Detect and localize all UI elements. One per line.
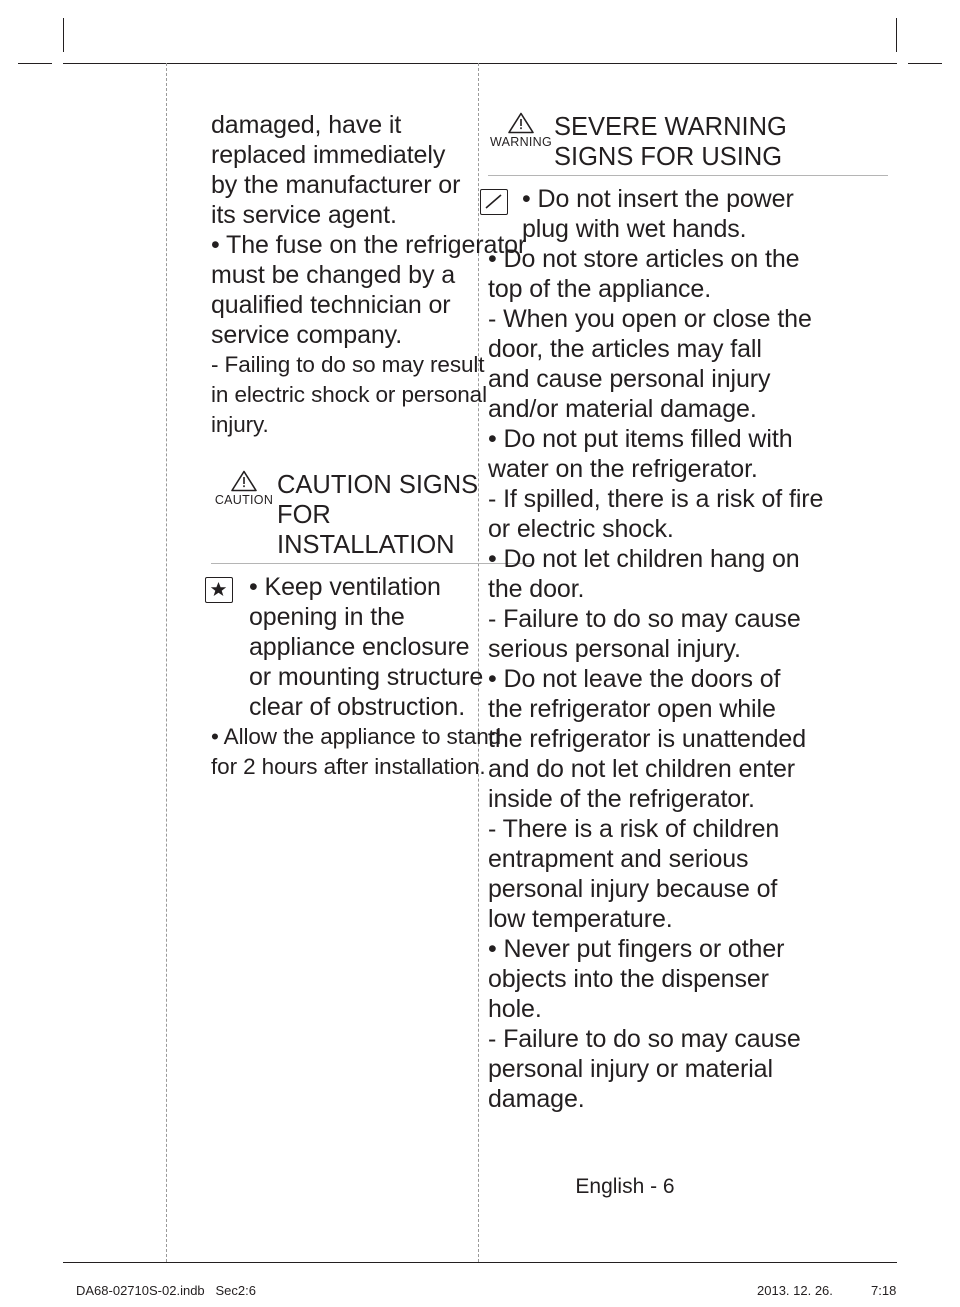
text-line: top of the appliance. [488,275,712,303]
text-line: - There is a risk of children [488,815,780,843]
allow-stand-item: • Allow the appliance to stand for 2 hou… [211,722,531,782]
glyph-container [205,572,243,603]
colophon-file: DA68-02710S-02.indb Sec2:6 [76,1283,256,1298]
text-line: objects into the dispenser [488,965,769,993]
text-line: and cause personal injury [488,365,771,393]
text-line: • The fuse on the refrigerator [211,231,527,259]
text-line: serious personal injury. [488,635,741,663]
colophon-date: 2013. 12. 26. [757,1283,833,1298]
page-top-rule [63,63,897,64]
warning-item: • Do not put items filled with water on … [488,424,888,484]
crop-mark-top-left-vertical [63,18,64,52]
text-line: qualified technician or [211,291,451,319]
text-line: replaced immediately [211,141,446,169]
text-line: and/or material damage. [488,395,757,423]
warning-item: • Do not leave the doors of the refriger… [488,664,888,814]
warning-section-title: SEVERE WARNING SIGNS FOR USING [554,110,888,172]
text-line: • Do not let children hang on [488,545,800,573]
warning-triangle-icon [231,470,257,492]
warning-item: • Do not store articles on the top of th… [488,244,888,304]
text-line: door, the articles may fall [488,335,762,363]
text-line: for 2 hours after installation. [211,754,486,779]
text-line: water on the refrigerator. [488,455,758,483]
crop-mark-top-left-horizontal [18,63,52,64]
text-line: • Do not store articles on the [488,245,800,273]
warning-item: - Failure to do so may cause serious per… [488,604,888,664]
text-line: the refrigerator open while [488,695,776,723]
caution-sign: CAUTION [211,468,277,507]
section-divider [488,175,888,176]
warning-item: - When you open or close the door, the a… [488,304,888,424]
text-line: - When you open or close the [488,305,812,333]
warning-item: - If spilled, there is a risk of fire or… [488,484,888,544]
section-title-line: SIGNS FOR USING [554,143,783,171]
bullet-fuse: • The fuse on the refrigerator must be c… [211,230,531,350]
caution-sign-label: CAUTION [214,493,274,507]
text-line: • Never put fingers or other [488,935,785,963]
text-line: injury. [211,412,269,437]
text-line: personal injury or material [488,1055,773,1083]
text-line: personal injury because of [488,875,778,903]
crop-mark-top-right-vertical [896,18,897,52]
text-line: or electric shock. [488,515,674,543]
warning-item: - There is a risk of children entrapment… [488,814,888,934]
text-line: damage. [488,1085,585,1113]
text-line: service company. [211,321,403,349]
warning-section: WARNING SEVERE WARNING SIGNS FOR USING [488,110,888,176]
text-line: - If spilled, there is a risk of fire [488,485,824,513]
text-line: in electric shock or personal [211,382,487,407]
text-line: • Do not insert the power [522,185,794,213]
text-line: and do not let children enter [488,755,796,783]
warning-sign-label: WARNING [489,135,553,149]
warning-item: • Never put fingers or other objects int… [488,934,888,1024]
wet-hands-item: • Do not insert the power plug with wet … [480,184,888,244]
text-line: • Allow the appliance to stand [211,724,502,749]
text-line: • Do not put items filled with [488,425,793,453]
right-column: WARNING SEVERE WARNING SIGNS FOR USING •… [480,110,888,1114]
warning-section-heading: WARNING SEVERE WARNING SIGNS FOR USING [488,110,888,172]
caution-section-heading: CAUTION CAUTION SIGNS FOR INSTALLATION [211,468,531,560]
text-line: - Failing to do so may result [211,352,485,377]
glyph-container [480,184,516,215]
text-line: entrapment and serious [488,845,749,873]
text-line: - Failure to do so may cause [488,1025,801,1053]
text-line: hole. [488,995,542,1023]
text-line: inside of the refrigerator. [488,785,755,813]
star-in-box-icon [205,577,233,603]
text-line: the door. [488,575,585,603]
text-line: - Failure to do so may cause [488,605,801,633]
warning-sign: WARNING [488,110,554,149]
text-line: the refrigerator is unattended [488,725,807,753]
caution-section: CAUTION CAUTION SIGNS FOR INSTALLATION [211,468,531,564]
warning-triangle-icon [508,112,534,134]
section-title-line: SEVERE WARNING [554,113,787,141]
ventilation-item: • Keep ventilation opening in the applia… [205,572,531,722]
section-divider [211,563,531,564]
prohibition-box-icon [480,189,508,215]
dash-failing: - Failing to do so may result in electri… [211,350,531,440]
page-bottom-rule [63,1262,897,1263]
text-line: • Do not leave the doors of [488,665,781,693]
warning-item: • Do not let children hang on the door. [488,544,888,604]
warning-item: - Failure to do so may cause personal in… [488,1024,888,1114]
text-line: plug with wet hands. [522,215,747,243]
text-line: damaged, have it [211,111,402,139]
text-line: must be changed by a [211,261,455,289]
crop-mark-top-right-horizontal [908,63,942,64]
colophon-time: 7:18 [871,1283,897,1298]
text-line: low temperature. [488,905,673,933]
page-number: English - 6 [575,1175,675,1198]
column-guide-left [166,63,167,1262]
wet-hands-text: • Do not insert the power plug with wet … [522,184,888,244]
